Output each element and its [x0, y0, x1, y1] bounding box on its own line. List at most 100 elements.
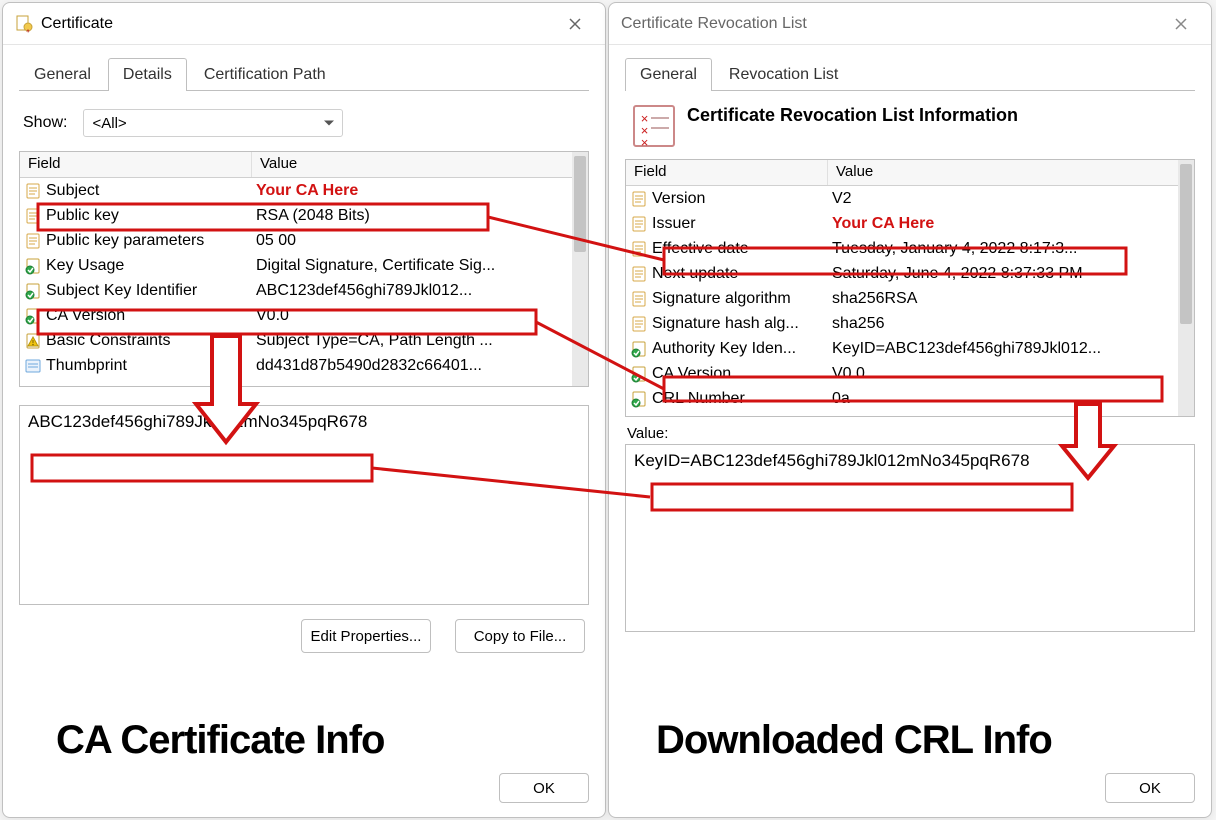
close-button[interactable]: [555, 10, 595, 38]
value-box[interactable]: ABC123def456ghi789Jkl012mNo345pqR678: [19, 405, 589, 605]
value-text: RSA (2048 Bits): [252, 207, 572, 225]
field-text: Issuer: [652, 215, 696, 233]
col-value[interactable]: Value: [828, 160, 1194, 185]
show-combo[interactable]: <All>: [83, 109, 343, 137]
value-text: Your CA Here: [252, 182, 572, 200]
ok-button[interactable]: OK: [499, 773, 589, 803]
close-icon: [568, 17, 582, 31]
list-item[interactable]: Signature hash alg...sha256: [626, 311, 1178, 336]
doc-icon: [630, 240, 648, 258]
value-text: Saturday, June 4, 2022 8:37:33 PM: [828, 265, 1178, 283]
show-value: <All>: [92, 115, 126, 132]
field-text: Signature algorithm: [652, 290, 791, 308]
list-item[interactable]: CA VersionV0.0: [626, 361, 1178, 386]
doc-icon: [24, 182, 42, 200]
details-panel: Show: <All> Field Value SubjectYour CA H…: [19, 90, 589, 653]
titlebar: Certificate: [3, 3, 605, 45]
list-item[interactable]: Issuer Your CA Here: [626, 211, 1178, 236]
col-field[interactable]: Field: [626, 160, 828, 185]
doc-icon: [630, 315, 648, 333]
info-header: Certificate Revocation List Information: [625, 105, 1195, 159]
value-text: Digital Signature, Certificate Sig...: [252, 257, 572, 275]
list-header: Field Value: [20, 152, 588, 178]
tab-details[interactable]: Details: [108, 58, 187, 91]
titlebar: Certificate Revocation List: [609, 3, 1211, 45]
ext-icon: [630, 340, 648, 358]
thumb-icon: [24, 357, 42, 375]
field-text: Next update: [652, 265, 738, 283]
copy-to-file-button[interactable]: Copy to File...: [455, 619, 585, 653]
list-item[interactable]: Next update Saturday, June 4, 2022 8:37:3…: [626, 261, 1178, 286]
value-text: Tuesday, January 4, 2022 8:17:3...: [828, 240, 1178, 258]
edit-properties-button[interactable]: Edit Properties...: [301, 619, 431, 653]
value-text: KeyID=ABC123def456ghi789Jkl012...: [828, 340, 1178, 358]
tab-general[interactable]: General: [19, 58, 106, 91]
field-text: Authority Key Iden...: [652, 340, 796, 358]
list-item[interactable]: Effective dateTuesday, January 4, 2022 8…: [626, 236, 1178, 261]
field-text: CA Version: [46, 307, 125, 325]
value-text: 05 00: [252, 232, 572, 250]
crl-dialog: Certificate Revocation List General Revo…: [608, 2, 1212, 818]
tab-revocation[interactable]: Revocation List: [714, 58, 853, 91]
field-text: Basic Constraints: [46, 332, 171, 350]
list-item[interactable]: Version V2: [626, 186, 1178, 211]
value-text: V2: [828, 190, 1178, 208]
right-caption: Downloaded CRL Info: [656, 718, 1052, 763]
dialog-title: Certificate: [41, 15, 555, 33]
list-item[interactable]: CA Version V0.0: [20, 303, 572, 328]
field-list: Field Value Version V2 Issuer Your CA Here E…: [625, 159, 1195, 417]
certificate-icon: [15, 15, 33, 33]
scroll-thumb[interactable]: [574, 156, 586, 252]
scroll-thumb[interactable]: [1180, 164, 1192, 324]
list-item[interactable]: Thumbprint dd431d87b5490d2832c66401...: [20, 353, 572, 378]
field-text: Subject Key Identifier: [46, 282, 197, 300]
scrollbar[interactable]: [1178, 160, 1194, 416]
tab-certpath[interactable]: Certification Path: [189, 58, 341, 91]
ext-icon: [630, 365, 648, 383]
field-text: Version: [652, 190, 705, 208]
list-item[interactable]: Key Usage Digital Signature, Certificate …: [20, 253, 572, 278]
list-header: Field Value: [626, 160, 1194, 186]
list-item[interactable]: Subject Your CA Here: [20, 178, 572, 203]
col-value[interactable]: Value: [252, 152, 588, 177]
list-item[interactable]: CRL Number0a: [626, 386, 1178, 411]
doc-icon: [630, 265, 648, 283]
ok-row: OK: [1105, 773, 1195, 803]
list-item[interactable]: Basic Constraints Subject Type=CA, Path L…: [20, 328, 572, 353]
list-item[interactable]: Subject Key IdentifierABC123def456ghi789…: [20, 278, 572, 303]
scrollbar[interactable]: [572, 152, 588, 386]
info-heading: Certificate Revocation List Information: [687, 105, 1018, 126]
tab-general[interactable]: General: [625, 58, 712, 91]
ext-icon: [24, 282, 42, 300]
ext-icon: [24, 307, 42, 325]
value-label: Value:: [627, 425, 1193, 442]
ext-icon: [630, 390, 648, 408]
doc-icon: [630, 190, 648, 208]
value-box[interactable]: KeyID=ABC123def456ghi789Jkl012mNo345pqR6…: [625, 444, 1195, 632]
value-text: 0a: [828, 390, 1178, 408]
value-text: sha256: [828, 315, 1178, 333]
field-text: Public key parameters: [46, 232, 204, 250]
value-text: sha256RSA: [828, 290, 1178, 308]
doc-icon: [630, 290, 648, 308]
field-text: Thumbprint: [46, 357, 127, 375]
value-text: KeyID=ABC123def456ghi789Jkl012mNo345pqR6…: [634, 451, 1030, 470]
tabs: General Revocation List: [609, 45, 1211, 90]
close-button[interactable]: [1161, 10, 1201, 38]
button-row: Edit Properties... Copy to File...: [19, 605, 589, 653]
ok-button[interactable]: OK: [1105, 773, 1195, 803]
list-item[interactable]: Public keyRSA (2048 Bits): [20, 203, 572, 228]
field-text: Subject: [46, 182, 99, 200]
list-item[interactable]: Public key parameters 05 00: [20, 228, 572, 253]
value-text: dd431d87b5490d2832c66401...: [252, 357, 572, 375]
ok-row: OK: [499, 773, 589, 803]
left-caption: CA Certificate Info: [56, 718, 384, 763]
field-text: Key Usage: [46, 257, 124, 275]
list-item[interactable]: Authority Key Iden... KeyID=ABC123def456g…: [626, 336, 1178, 361]
ext-icon: [24, 257, 42, 275]
value-text: Your CA Here: [828, 215, 1178, 233]
list-item[interactable]: Signature algorithm sha256RSA: [626, 286, 1178, 311]
col-field[interactable]: Field: [20, 152, 252, 177]
value-text: Subject Type=CA, Path Length ...: [252, 332, 572, 350]
value-text: V0.0: [252, 307, 572, 325]
